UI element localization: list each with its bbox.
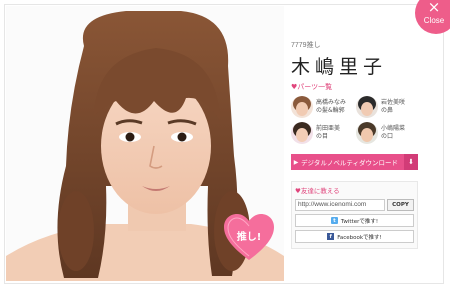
member-modal: 推し! × Close 7779推し 木嶋里子 ♥パーツ一覧 高橋みなみ の髪&… xyxy=(0,0,450,289)
part-label: 高橋みなみ の髪&輪郭 xyxy=(316,99,347,114)
part-thumb-avatar xyxy=(356,122,378,144)
member-name: 木嶋里子 xyxy=(291,56,388,78)
facebook-share-button[interactable]: f Facebookで推す! xyxy=(295,230,414,243)
facebook-share-label: Facebookで推す! xyxy=(337,234,382,241)
download-icon: ⬇ xyxy=(404,154,418,170)
copy-button[interactable]: COPY xyxy=(387,199,414,211)
twitter-icon: t xyxy=(330,217,338,224)
part-item-mouth[interactable]: 小嶋陽菜 の口 xyxy=(356,122,419,144)
part-label: 前田亜美 の目 xyxy=(316,125,341,140)
novelty-download-button[interactable]: ▶ デジタルノベルティダウンロード ⬇ xyxy=(291,154,418,170)
oshi-label: 推し! xyxy=(236,232,262,243)
part-item-nose[interactable]: 岩佐美咲 の鼻 xyxy=(356,96,419,118)
share-title: ♥友達に教える xyxy=(295,187,340,195)
part-thumb-avatar xyxy=(356,96,378,118)
part-label: 小嶋陽菜 の口 xyxy=(381,125,406,140)
oshi-heart-button[interactable]: 推し! xyxy=(222,212,276,262)
twitter-share-label: Twitterで推す! xyxy=(340,218,379,225)
member-info-panel: 7779推し 木嶋里子 ♥パーツ一覧 高橋みなみ の髪&輪郭 岩佐美咲 の鼻 前… xyxy=(291,40,419,249)
part-thumb-avatar xyxy=(291,122,313,144)
close-label: Close xyxy=(423,16,445,25)
vote-count: 7779推し xyxy=(291,42,321,49)
facebook-icon: f xyxy=(327,233,335,240)
close-icon: × xyxy=(427,0,441,16)
share-url-field[interactable]: http://www.icenomi.com xyxy=(295,199,385,211)
part-thumb-avatar xyxy=(291,96,313,118)
parts-grid: 高橋みなみ の髪&輪郭 岩佐美咲 の鼻 前田亜美 の目 小嶋陽菜 の口 xyxy=(291,96,419,144)
share-box: ♥友達に教える http://www.icenomi.com COPY t Tw… xyxy=(291,181,418,249)
part-item-hair[interactable]: 高橋みなみ の髪&輪郭 xyxy=(291,96,354,118)
parts-list-title: ♥パーツ一覧 xyxy=(291,83,333,91)
part-item-eyes[interactable]: 前田亜美 の目 xyxy=(291,122,354,144)
twitter-share-button[interactable]: t Twitterで推す! xyxy=(295,214,414,227)
download-label: デジタルノベルティダウンロード xyxy=(301,159,398,167)
arrow-right-icon: ▶ xyxy=(293,158,299,166)
share-url-row: http://www.icenomi.com COPY xyxy=(295,199,414,211)
part-label: 岩佐美咲 の鼻 xyxy=(381,99,406,114)
